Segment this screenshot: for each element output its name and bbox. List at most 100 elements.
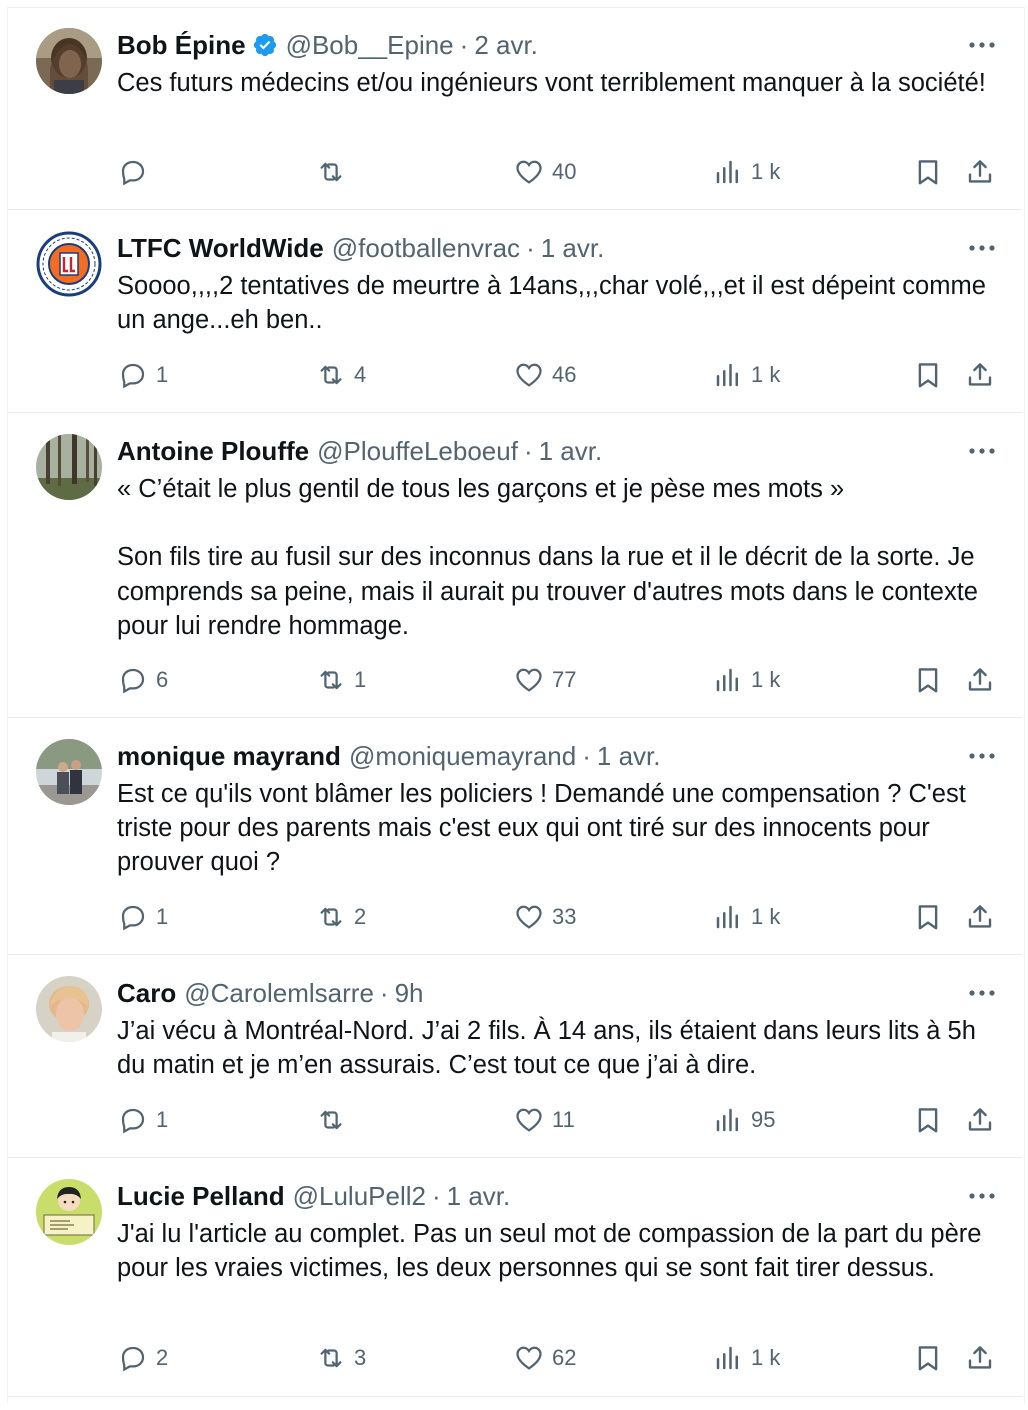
like-count: 33 [552, 904, 577, 929]
views-chart-icon [716, 1108, 738, 1132]
author-name[interactable]: Lucie Pelland [117, 1179, 285, 1213]
like-button[interactable]: 40 [514, 152, 576, 192]
tweet-text: Ces futurs médecins et/ou ingénieurs von… [117, 69, 986, 97]
retweet-count: 2 [354, 904, 367, 929]
reply-icon [121, 363, 145, 389]
share-icon [968, 905, 992, 928]
separator-dot: · [379, 978, 389, 1008]
bookmark-button[interactable] [913, 355, 943, 395]
bookmark-icon [918, 160, 938, 185]
retweet-button[interactable]: 4 [316, 355, 366, 395]
more-options-icon[interactable] [968, 976, 996, 1010]
avatar[interactable] [36, 231, 102, 297]
retweet-button[interactable] [316, 152, 354, 192]
bookmark-button[interactable] [913, 1100, 943, 1140]
heart-icon [516, 1108, 542, 1132]
tweet[interactable]: LTFC WorldWide @footballenvrac · 1 avr. … [8, 211, 1022, 413]
timestamp[interactable]: 2 avr. [474, 28, 538, 62]
avatar[interactable] [36, 739, 102, 805]
reply-button[interactable] [118, 152, 156, 192]
tweet[interactable]: Bob Épine @Bob__Epine · 2 avr. Ces futur… [8, 8, 1022, 210]
views-chart-icon [716, 1346, 738, 1370]
separator-dot: · [431, 1181, 441, 1211]
more-options-icon[interactable] [968, 231, 996, 265]
retweet-count: 1 [354, 667, 367, 692]
share-button[interactable] [965, 1100, 995, 1140]
author-handle[interactable]: @PlouffeLeboeuf [317, 434, 518, 468]
like-count: 11 [552, 1107, 575, 1132]
reply-count: 1 [156, 362, 169, 387]
timestamp[interactable]: 1 avr. [447, 1179, 511, 1213]
views-button[interactable]: 1 k [713, 897, 780, 937]
reply-button[interactable]: 1 [118, 1100, 168, 1140]
author-handle[interactable]: @Bob__Epine [286, 28, 454, 62]
share-icon [968, 668, 992, 691]
like-button[interactable]: 11 [514, 1100, 575, 1140]
tweet[interactable]: Antoine Plouffe @PlouffeLeboeuf · 1 avr.… [8, 414, 1022, 718]
author-handle[interactable]: @LuluPell2 [293, 1179, 426, 1213]
views-button[interactable]: 1 k [713, 1338, 780, 1378]
tweet[interactable]: monique mayrand @moniquemayrand · 1 avr.… [8, 719, 1022, 955]
like-button[interactable]: 62 [514, 1338, 576, 1378]
retweet-icon [320, 1110, 342, 1130]
views-chart-icon [716, 905, 738, 929]
author-name[interactable]: Bob Épine [117, 28, 246, 62]
views-button[interactable]: 1 k [713, 660, 780, 700]
author-handle[interactable]: @footballenvrac [332, 231, 520, 265]
retweet-button[interactable]: 2 [316, 897, 366, 937]
bookmark-button[interactable] [913, 897, 943, 937]
bookmark-button[interactable] [913, 660, 943, 700]
share-button[interactable] [965, 1338, 995, 1378]
views-count: 1 k [751, 362, 781, 387]
more-options-icon[interactable] [968, 434, 996, 468]
like-button[interactable]: 33 [514, 897, 576, 937]
bookmark-button[interactable] [913, 152, 943, 192]
share-button[interactable] [965, 897, 995, 937]
reply-button[interactable]: 1 [118, 897, 168, 937]
views-button[interactable]: 95 [713, 1100, 775, 1140]
avatar[interactable] [36, 976, 102, 1042]
more-options-icon[interactable] [968, 739, 996, 773]
timestamp[interactable]: 1 avr. [597, 739, 661, 773]
author-name[interactable]: Caro [117, 976, 176, 1010]
avatar[interactable] [36, 434, 102, 500]
separator-dot: · [526, 233, 535, 263]
share-icon [968, 363, 992, 386]
timestamp[interactable]: 1 avr. [539, 434, 603, 468]
reply-button[interactable]: 2 [118, 1338, 168, 1378]
tweet[interactable]: Lucie Pelland @LuluPell2 · 1 avr. J'ai l… [8, 1159, 1022, 1397]
share-button[interactable] [965, 660, 995, 700]
views-chart-icon [716, 160, 738, 184]
share-button[interactable] [965, 152, 995, 192]
avatar-luton-town-crest [36, 231, 102, 297]
retweet-button[interactable]: 3 [316, 1338, 366, 1378]
reply-button[interactable]: 1 [118, 355, 168, 395]
avatar[interactable] [36, 1179, 102, 1245]
like-button[interactable]: 77 [514, 660, 576, 700]
author-name[interactable]: Antoine Plouffe [117, 434, 309, 468]
author-handle[interactable]: @moniquemayrand [349, 739, 576, 773]
retweet-icon [320, 1348, 342, 1368]
reply-button[interactable]: 6 [118, 660, 168, 700]
tweet-text: J'ai lu l'article au complet. Pas un seu… [117, 1220, 989, 1283]
bookmark-button[interactable] [913, 1338, 943, 1378]
timestamp[interactable]: 1 avr. [541, 231, 605, 265]
tweet-actions: 40 1 k [8, 152, 1022, 192]
share-button[interactable] [965, 355, 995, 395]
author-name[interactable]: LTFC WorldWide [117, 231, 324, 265]
timestamp[interactable]: 9h [395, 976, 424, 1010]
tweet[interactable]: Caro @Carolemlsarre · 9h J’ai vécu à Mon… [8, 956, 1022, 1158]
bookmark-icon [918, 1346, 938, 1371]
more-options-icon[interactable] [968, 28, 996, 62]
views-button[interactable]: 1 k [713, 152, 780, 192]
author-handle[interactable]: @Carolemlsarre [184, 976, 374, 1010]
reply-icon [121, 905, 145, 931]
retweet-button[interactable] [316, 1100, 354, 1140]
retweet-button[interactable]: 1 [316, 660, 366, 700]
more-options-icon[interactable] [968, 1179, 996, 1213]
views-button[interactable]: 1 k [713, 355, 780, 395]
avatar[interactable] [36, 28, 102, 94]
tweet-text: « C’était le plus gentil de tous les gar… [117, 475, 978, 640]
author-name[interactable]: monique mayrand [117, 739, 341, 773]
like-button[interactable]: 46 [514, 355, 576, 395]
